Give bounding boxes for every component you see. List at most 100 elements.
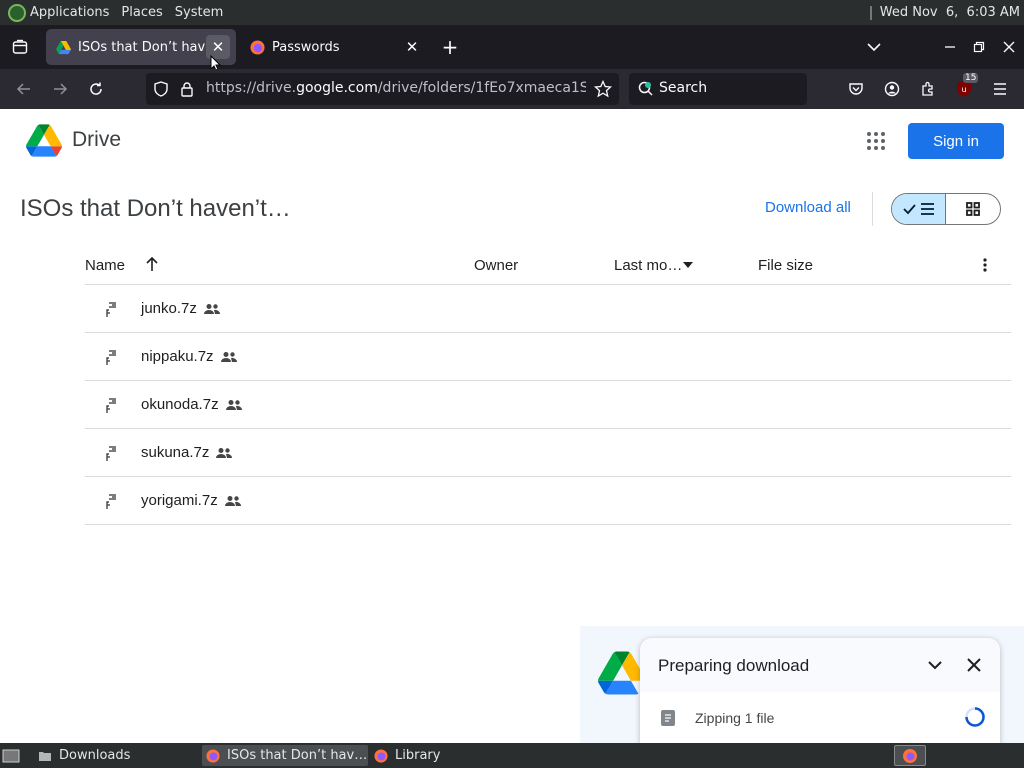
pocket-icon[interactable] bbox=[842, 75, 870, 103]
tab-strip: ISOs that Don’t haven’t… ✕ Passwords ✕ + bbox=[0, 25, 1024, 69]
table-row[interactable]: nippaku.7z bbox=[85, 333, 1011, 381]
firefox-icon bbox=[206, 748, 220, 763]
sign-in-button[interactable]: Sign in bbox=[908, 123, 1004, 159]
account-icon[interactable] bbox=[878, 75, 906, 103]
ublock-origin-icon[interactable]: u 15 bbox=[950, 73, 979, 103]
lock-icon[interactable] bbox=[180, 81, 194, 97]
folder-title: ISOs that Don’t haven’t… bbox=[20, 195, 291, 222]
list-view-button[interactable] bbox=[892, 194, 947, 224]
list-all-tabs-icon[interactable] bbox=[860, 33, 888, 61]
firefox-icon bbox=[374, 748, 388, 763]
google-drive-logo-icon[interactable] bbox=[26, 124, 62, 157]
back-icon[interactable] bbox=[10, 75, 38, 103]
taskbar-item-downloads[interactable]: Downloads bbox=[34, 745, 198, 766]
tab-passwords[interactable]: Passwords ✕ bbox=[240, 29, 430, 65]
shared-people-icon bbox=[216, 448, 233, 459]
show-desktop-button[interactable] bbox=[2, 745, 24, 766]
column-name[interactable]: Name bbox=[85, 257, 125, 274]
url-bar[interactable]: https://drive.google.com/drive/folders/1… bbox=[146, 73, 619, 105]
mate-logo-icon[interactable] bbox=[8, 3, 26, 22]
places-menu[interactable]: Places bbox=[121, 5, 162, 20]
close-tab-icon[interactable]: ✕ bbox=[400, 35, 424, 59]
top-panel: Applications Places System Wed Nov 6, 6:… bbox=[0, 0, 1024, 25]
view-separator bbox=[872, 192, 873, 226]
file-name[interactable]: okunoda.7z bbox=[141, 396, 219, 413]
reload-icon[interactable] bbox=[82, 75, 110, 103]
shared-people-icon bbox=[224, 496, 241, 507]
taskbar-item-label: Downloads bbox=[59, 748, 131, 763]
drive-brand-name: Drive bbox=[72, 128, 122, 151]
forward-icon[interactable] bbox=[46, 75, 74, 103]
view-toggle bbox=[891, 193, 1001, 225]
checked-list-view-icon bbox=[902, 203, 934, 215]
minimize-icon[interactable] bbox=[936, 33, 964, 61]
show-desktop-icon bbox=[2, 749, 20, 762]
more-options-icon[interactable] bbox=[982, 257, 988, 273]
archive-file-icon bbox=[106, 494, 116, 509]
close-window-icon[interactable] bbox=[995, 33, 1023, 61]
taskbar: Downloads ISOs that Don’t hav… Library bbox=[0, 743, 1024, 768]
tab-title: ISOs that Don’t haven’t… bbox=[78, 39, 206, 55]
folder-icon bbox=[39, 751, 51, 761]
taskbar-item-firefox-isos[interactable]: ISOs that Don’t hav… bbox=[202, 745, 368, 766]
url-text[interactable]: https://drive.google.com/drive/folders/1… bbox=[206, 80, 586, 96]
toast-status: Zipping 1 file bbox=[695, 710, 775, 726]
svg-text:u: u bbox=[961, 85, 966, 94]
google-drive-favicon-icon bbox=[56, 40, 71, 54]
extension-badge: 15 bbox=[963, 73, 979, 83]
table-row[interactable]: junko.7z bbox=[85, 285, 1011, 333]
search-placeholder: Search bbox=[659, 80, 708, 96]
panel-separator bbox=[869, 5, 872, 20]
archive-file-icon bbox=[106, 446, 116, 461]
table-row[interactable]: yorigami.7z bbox=[85, 477, 1011, 525]
bookmark-star-icon[interactable] bbox=[594, 80, 612, 98]
download-all-button[interactable]: Download all bbox=[765, 199, 851, 216]
collapse-chevron-icon[interactable] bbox=[927, 660, 943, 670]
file-table: Name Owner Last mo… File size junko.7z n… bbox=[85, 245, 1011, 525]
loading-spinner-icon bbox=[965, 707, 985, 727]
tab-isos[interactable]: ISOs that Don’t haven’t… ✕ bbox=[46, 29, 236, 65]
firefox-icon bbox=[903, 748, 917, 763]
applications-menu[interactable]: Applications bbox=[30, 5, 109, 20]
toast-title: Preparing download bbox=[658, 656, 810, 675]
navigation-toolbar: https://drive.google.com/drive/folders/1… bbox=[0, 69, 1024, 109]
menu-hamburger-icon[interactable] bbox=[986, 75, 1014, 103]
grid-view-button[interactable] bbox=[946, 194, 1000, 224]
shared-people-icon bbox=[220, 352, 237, 363]
table-row[interactable]: okunoda.7z bbox=[85, 381, 1011, 429]
taskbar-item-label: Library bbox=[395, 748, 441, 763]
firefox-view-icon[interactable] bbox=[6, 33, 34, 61]
workspace-switcher[interactable] bbox=[894, 745, 926, 766]
close-toast-icon[interactable] bbox=[967, 658, 981, 672]
column-owner[interactable]: Owner bbox=[474, 257, 518, 274]
column-file-size[interactable]: File size bbox=[758, 257, 813, 274]
search-icon bbox=[638, 81, 653, 96]
file-name[interactable]: junko.7z bbox=[141, 300, 197, 317]
shared-people-icon bbox=[203, 304, 220, 315]
table-header: Name Owner Last mo… File size bbox=[85, 245, 1011, 285]
google-apps-grid-icon[interactable] bbox=[866, 131, 886, 151]
restore-icon[interactable] bbox=[965, 33, 993, 61]
extensions-icon[interactable] bbox=[914, 75, 942, 103]
tracking-protection-shield-icon[interactable] bbox=[153, 81, 169, 97]
archive-file-icon bbox=[106, 350, 116, 365]
google-drive-logo-icon bbox=[598, 651, 646, 695]
shared-people-icon bbox=[225, 400, 242, 411]
new-tab-icon[interactable]: + bbox=[436, 33, 464, 61]
download-toast: Preparing download Zipping 1 file bbox=[640, 638, 1000, 744]
system-menu[interactable]: System bbox=[175, 5, 223, 20]
file-name[interactable]: sukuna.7z bbox=[141, 444, 209, 461]
taskbar-item-library[interactable]: Library bbox=[370, 745, 530, 766]
tab-title: Passwords bbox=[272, 39, 340, 55]
archive-file-icon bbox=[106, 398, 116, 413]
firefox-favicon-icon bbox=[250, 39, 265, 55]
table-row[interactable]: sukuna.7z bbox=[85, 429, 1011, 477]
dropdown-arrow-icon[interactable] bbox=[683, 262, 693, 268]
clock[interactable]: Wed Nov 6, 6:03 AM bbox=[880, 5, 1020, 20]
search-bar[interactable]: Search bbox=[629, 73, 807, 105]
grid-view-icon bbox=[966, 202, 980, 216]
column-last-modified[interactable]: Last mo… bbox=[614, 257, 682, 274]
sort-ascending-arrow-icon[interactable] bbox=[145, 256, 159, 272]
file-name[interactable]: yorigami.7z bbox=[141, 492, 218, 509]
file-name[interactable]: nippaku.7z bbox=[141, 348, 214, 365]
